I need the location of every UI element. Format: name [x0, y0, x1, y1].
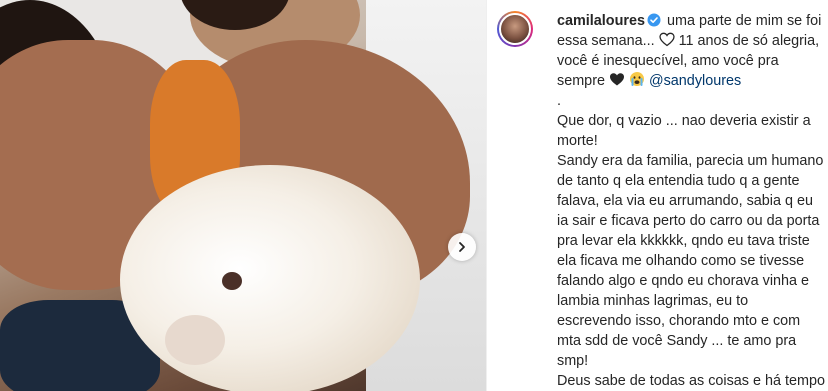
- post-photo[interactable]: [0, 0, 486, 391]
- caption-paragraph-3: Deus sabe de todas as coisas e há tempo: [557, 373, 825, 389]
- heart-outline-icon: [658, 32, 675, 47]
- mention-link[interactable]: @sandyloures: [649, 73, 741, 89]
- post-sidebar: camilaloures uma parte de mim se foi ess…: [486, 0, 828, 391]
- post-caption: camilaloures uma parte de mim se foi ess…: [557, 11, 825, 391]
- instagram-post: camilaloures uma parte de mim se foi ess…: [0, 0, 828, 391]
- caption-paragraph-2: Sandy era da familia, parecia um humano …: [557, 153, 824, 369]
- black-heart-emoji: [610, 73, 624, 86]
- verified-badge-icon: [647, 13, 661, 27]
- photo-dog-paw: [165, 315, 225, 365]
- username-link[interactable]: camilaloures: [557, 13, 645, 29]
- avatar[interactable]: [497, 11, 533, 47]
- caption-separator: .: [557, 93, 561, 109]
- caption-paragraph-1: Que dor, q vazio ... nao deveria existir…: [557, 113, 811, 149]
- avatar-image: [499, 13, 531, 45]
- photo-dog: [120, 165, 420, 391]
- chevron-right-icon: [459, 242, 465, 252]
- crying-face-emoji: [630, 72, 644, 86]
- next-photo-button[interactable]: [448, 233, 476, 261]
- photo-dog-nose: [222, 272, 242, 290]
- caption-intro: camilaloures uma parte de mim se foi ess…: [557, 11, 825, 91]
